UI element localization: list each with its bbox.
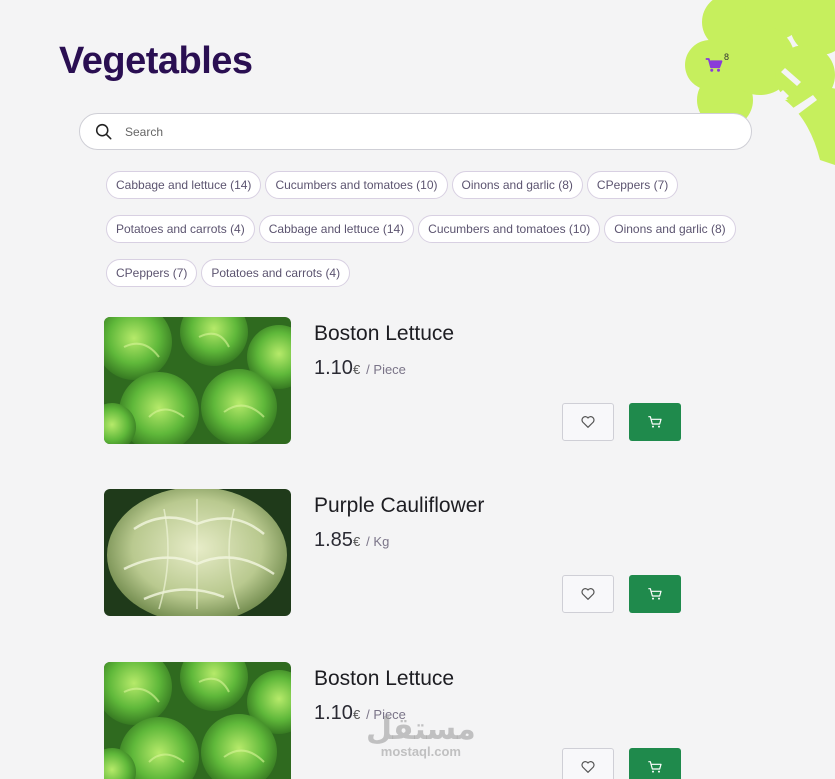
product-image[interactable] — [104, 662, 291, 779]
filter-chip[interactable]: Cabbage and lettuce (14) — [258, 215, 415, 243]
product-price: 1.85 € / Kg — [314, 529, 389, 552]
product-price: 1.10 € / Piece — [314, 357, 406, 380]
search-icon — [95, 123, 112, 140]
heart-icon — [581, 416, 595, 428]
product-image[interactable] — [104, 317, 291, 444]
price-unit: / Kg — [366, 534, 390, 549]
heart-icon — [581, 761, 595, 773]
lettuce-image — [104, 662, 291, 779]
header-cart[interactable]: 8 — [705, 52, 731, 75]
search-bar[interactable] — [79, 113, 752, 150]
search-input[interactable] — [125, 124, 685, 139]
price-unit: / Piece — [366, 362, 406, 377]
filter-chip[interactable]: Oinons and garlic (8) — [604, 215, 736, 243]
product-card: Purple Cauliflower 1.85 € / Kg — [104, 489, 684, 617]
filter-chip[interactable]: CPeppers (7) — [586, 171, 679, 199]
product-name: Boston Lettuce — [314, 322, 455, 345]
filter-chip[interactable]: Oinons and garlic (8) — [451, 171, 583, 199]
price-currency: € — [352, 534, 361, 549]
price-currency: € — [352, 362, 361, 377]
add-to-cart-button[interactable] — [629, 403, 681, 441]
filter-chip[interactable]: CPeppers (7) — [106, 259, 198, 287]
favorite-button[interactable] — [562, 575, 614, 613]
add-to-cart-button[interactable] — [629, 748, 681, 779]
page-title: Vegetables — [59, 40, 253, 82]
product-name: Boston Lettuce — [314, 667, 455, 690]
cart-icon — [705, 58, 723, 72]
price-value: 1.10 — [314, 702, 353, 724]
price-value: 1.10 — [314, 357, 353, 379]
product-image[interactable] — [104, 489, 291, 616]
filter-chip[interactable]: Potatoes and carrots (4) — [106, 215, 255, 243]
heart-icon — [581, 588, 595, 600]
category-filters: Cabbage and lettuce (14) Cucumbers and t… — [106, 171, 746, 287]
cart-icon — [648, 588, 662, 600]
product-card: Boston Lettuce 1.10 € / Piece — [104, 662, 684, 779]
cart-icon — [648, 761, 662, 773]
cart-icon — [648, 416, 662, 428]
lettuce-image — [104, 317, 291, 444]
add-to-cart-button[interactable] — [629, 575, 681, 613]
filter-chip[interactable]: Cabbage and lettuce (14) — [106, 171, 262, 199]
filter-chip[interactable]: Cucumbers and tomatoes (10) — [265, 171, 448, 199]
favorite-button[interactable] — [562, 403, 614, 441]
cabbage-image — [104, 489, 291, 616]
cart-count-badge: 8 — [724, 52, 730, 62]
product-name: Purple Cauliflower — [314, 494, 485, 517]
favorite-button[interactable] — [562, 748, 614, 779]
filter-chip[interactable]: Cucumbers and tomatoes (10) — [418, 215, 601, 243]
price-unit: / Piece — [366, 707, 406, 722]
price-currency: € — [352, 707, 361, 722]
product-price: 1.10 € / Piece — [314, 702, 406, 725]
product-card: Boston Lettuce 1.10 € / Piece — [104, 317, 684, 445]
price-value: 1.85 — [314, 529, 353, 551]
filter-chip[interactable]: Potatoes and carrots (4) — [201, 259, 351, 287]
